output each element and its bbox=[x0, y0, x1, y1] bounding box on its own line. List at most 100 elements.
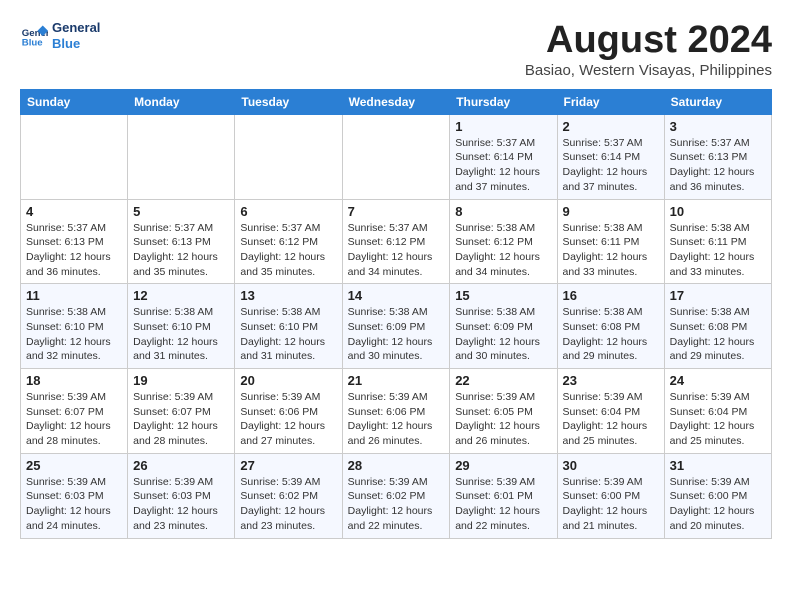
day-detail: Sunrise: 5:39 AM Sunset: 6:05 PM Dayligh… bbox=[455, 390, 551, 449]
day-cell-29: 29 Sunrise: 5:39 AM Sunset: 6:01 PM Dayli… bbox=[450, 453, 557, 538]
day-cell-3: 3 Sunrise: 5:37 AM Sunset: 6:13 PM Daylig… bbox=[664, 114, 771, 199]
day-cell-6: 6Sunrise: 5:37 AM Sunset: 6:12 PM Daylig… bbox=[235, 199, 342, 284]
day-detail: Sunrise: 5:39 AM Sunset: 6:04 PM Dayligh… bbox=[563, 390, 659, 449]
day-detail: Sunrise: 5:38 AM Sunset: 6:11 PM Dayligh… bbox=[563, 221, 659, 280]
col-header-wednesday: Wednesday bbox=[342, 89, 450, 114]
day-number: 17 bbox=[670, 288, 766, 303]
day-number: 20 bbox=[240, 373, 336, 388]
day-detail: Sunrise: 5:39 AM Sunset: 6:03 PM Dayligh… bbox=[26, 475, 122, 534]
day-cell-19: 19 Sunrise: 5:39 AM Sunset: 6:07 PM Dayli… bbox=[128, 369, 235, 454]
day-detail: Sunrise: 5:37 AM Sunset: 6:12 PM Dayligh… bbox=[240, 221, 336, 280]
empty-cell bbox=[342, 114, 450, 199]
day-cell-4: 4Sunrise: 5:37 AM Sunset: 6:13 PM Daylig… bbox=[21, 199, 128, 284]
page-header: General Blue General Blue August 2024 Ba… bbox=[20, 20, 772, 79]
day-detail: Sunrise: 5:38 AM Sunset: 6:10 PM Dayligh… bbox=[26, 305, 122, 364]
day-number: 5 bbox=[133, 204, 229, 219]
day-number: 8 bbox=[455, 204, 551, 219]
day-number: 4 bbox=[26, 204, 122, 219]
day-detail: Sunrise: 5:37 AM Sunset: 6:13 PM Dayligh… bbox=[670, 136, 766, 195]
day-number: 24 bbox=[670, 373, 766, 388]
day-cell-27: 27 Sunrise: 5:39 AM Sunset: 6:02 PM Dayli… bbox=[235, 453, 342, 538]
day-number: 29 bbox=[455, 458, 551, 473]
col-header-friday: Friday bbox=[557, 89, 664, 114]
day-cell-28: 28 Sunrise: 5:39 AM Sunset: 6:02 PM Dayli… bbox=[342, 453, 450, 538]
day-number: 15 bbox=[455, 288, 551, 303]
col-header-saturday: Saturday bbox=[664, 89, 771, 114]
day-detail: Sunrise: 5:39 AM Sunset: 6:00 PM Dayligh… bbox=[563, 475, 659, 534]
day-detail: Sunrise: 5:38 AM Sunset: 6:10 PM Dayligh… bbox=[240, 305, 336, 364]
day-detail: Sunrise: 5:38 AM Sunset: 6:09 PM Dayligh… bbox=[348, 305, 445, 364]
day-cell-14: 14 Sunrise: 5:38 AM Sunset: 6:09 PM Dayli… bbox=[342, 284, 450, 369]
day-number: 18 bbox=[26, 373, 122, 388]
calendar-header-row: SundayMondayTuesdayWednesdayThursdayFrid… bbox=[21, 89, 772, 114]
empty-cell bbox=[235, 114, 342, 199]
day-detail: Sunrise: 5:38 AM Sunset: 6:08 PM Dayligh… bbox=[670, 305, 766, 364]
empty-cell bbox=[128, 114, 235, 199]
day-number: 1 bbox=[455, 119, 551, 134]
day-detail: Sunrise: 5:39 AM Sunset: 6:02 PM Dayligh… bbox=[348, 475, 445, 534]
day-detail: Sunrise: 5:38 AM Sunset: 6:08 PM Dayligh… bbox=[563, 305, 659, 364]
week-row-4: 18 Sunrise: 5:39 AM Sunset: 6:07 PM Dayli… bbox=[21, 369, 772, 454]
week-row-3: 11 Sunrise: 5:38 AM Sunset: 6:10 PM Dayli… bbox=[21, 284, 772, 369]
calendar-title: August 2024 bbox=[525, 20, 772, 62]
day-number: 30 bbox=[563, 458, 659, 473]
day-number: 14 bbox=[348, 288, 445, 303]
logo-line1: General bbox=[52, 20, 100, 36]
day-detail: Sunrise: 5:39 AM Sunset: 6:01 PM Dayligh… bbox=[455, 475, 551, 534]
week-row-1: 1 Sunrise: 5:37 AM Sunset: 6:14 PM Daylig… bbox=[21, 114, 772, 199]
title-block: August 2024 Basiao, Western Visayas, Phi… bbox=[525, 20, 772, 79]
day-cell-5: 5Sunrise: 5:37 AM Sunset: 6:13 PM Daylig… bbox=[128, 199, 235, 284]
day-detail: Sunrise: 5:39 AM Sunset: 6:04 PM Dayligh… bbox=[670, 390, 766, 449]
day-number: 23 bbox=[563, 373, 659, 388]
day-detail: Sunrise: 5:39 AM Sunset: 6:06 PM Dayligh… bbox=[240, 390, 336, 449]
day-cell-16: 16 Sunrise: 5:38 AM Sunset: 6:08 PM Dayli… bbox=[557, 284, 664, 369]
day-cell-12: 12Sunrise: 5:38 AM Sunset: 6:10 PM Dayli… bbox=[128, 284, 235, 369]
day-number: 9 bbox=[563, 204, 659, 219]
day-number: 22 bbox=[455, 373, 551, 388]
day-detail: Sunrise: 5:38 AM Sunset: 6:12 PM Dayligh… bbox=[455, 221, 551, 280]
day-cell-17: 17 Sunrise: 5:38 AM Sunset: 6:08 PM Dayli… bbox=[664, 284, 771, 369]
day-detail: Sunrise: 5:39 AM Sunset: 6:06 PM Dayligh… bbox=[348, 390, 445, 449]
day-number: 11 bbox=[26, 288, 122, 303]
col-header-monday: Monday bbox=[128, 89, 235, 114]
day-number: 10 bbox=[670, 204, 766, 219]
day-cell-20: 20 Sunrise: 5:39 AM Sunset: 6:06 PM Dayli… bbox=[235, 369, 342, 454]
day-cell-13: 13Sunrise: 5:38 AM Sunset: 6:10 PM Dayli… bbox=[235, 284, 342, 369]
day-detail: Sunrise: 5:37 AM Sunset: 6:14 PM Dayligh… bbox=[455, 136, 551, 195]
day-cell-30: 30 Sunrise: 5:39 AM Sunset: 6:00 PM Dayli… bbox=[557, 453, 664, 538]
day-detail: Sunrise: 5:37 AM Sunset: 6:14 PM Dayligh… bbox=[563, 136, 659, 195]
day-number: 19 bbox=[133, 373, 229, 388]
day-cell-22: 22 Sunrise: 5:39 AM Sunset: 6:05 PM Dayli… bbox=[450, 369, 557, 454]
col-header-sunday: Sunday bbox=[21, 89, 128, 114]
day-cell-2: 2 Sunrise: 5:37 AM Sunset: 6:14 PM Daylig… bbox=[557, 114, 664, 199]
col-header-thursday: Thursday bbox=[450, 89, 557, 114]
day-detail: Sunrise: 5:39 AM Sunset: 6:03 PM Dayligh… bbox=[133, 475, 229, 534]
day-number: 7 bbox=[348, 204, 445, 219]
day-cell-11: 11 Sunrise: 5:38 AM Sunset: 6:10 PM Dayli… bbox=[21, 284, 128, 369]
day-detail: Sunrise: 5:39 AM Sunset: 6:07 PM Dayligh… bbox=[26, 390, 122, 449]
day-cell-1: 1 Sunrise: 5:37 AM Sunset: 6:14 PM Daylig… bbox=[450, 114, 557, 199]
day-cell-26: 26Sunrise: 5:39 AM Sunset: 6:03 PM Dayli… bbox=[128, 453, 235, 538]
calendar-subtitle: Basiao, Western Visayas, Philippines bbox=[525, 62, 772, 79]
day-detail: Sunrise: 5:38 AM Sunset: 6:09 PM Dayligh… bbox=[455, 305, 551, 364]
day-cell-10: 10 Sunrise: 5:38 AM Sunset: 6:11 PM Dayli… bbox=[664, 199, 771, 284]
week-row-5: 25 Sunrise: 5:39 AM Sunset: 6:03 PM Dayli… bbox=[21, 453, 772, 538]
day-cell-25: 25 Sunrise: 5:39 AM Sunset: 6:03 PM Dayli… bbox=[21, 453, 128, 538]
day-number: 16 bbox=[563, 288, 659, 303]
day-number: 25 bbox=[26, 458, 122, 473]
day-detail: Sunrise: 5:39 AM Sunset: 6:00 PM Dayligh… bbox=[670, 475, 766, 534]
day-detail: Sunrise: 5:38 AM Sunset: 6:11 PM Dayligh… bbox=[670, 221, 766, 280]
day-number: 27 bbox=[240, 458, 336, 473]
day-number: 31 bbox=[670, 458, 766, 473]
logo-icon: General Blue bbox=[20, 22, 48, 50]
empty-cell bbox=[21, 114, 128, 199]
day-detail: Sunrise: 5:39 AM Sunset: 6:02 PM Dayligh… bbox=[240, 475, 336, 534]
week-row-2: 4Sunrise: 5:37 AM Sunset: 6:13 PM Daylig… bbox=[21, 199, 772, 284]
day-cell-7: 7Sunrise: 5:37 AM Sunset: 6:12 PM Daylig… bbox=[342, 199, 450, 284]
day-detail: Sunrise: 5:39 AM Sunset: 6:07 PM Dayligh… bbox=[133, 390, 229, 449]
logo: General Blue General Blue bbox=[20, 20, 100, 51]
day-number: 3 bbox=[670, 119, 766, 134]
day-number: 2 bbox=[563, 119, 659, 134]
day-number: 28 bbox=[348, 458, 445, 473]
svg-text:Blue: Blue bbox=[22, 37, 43, 48]
